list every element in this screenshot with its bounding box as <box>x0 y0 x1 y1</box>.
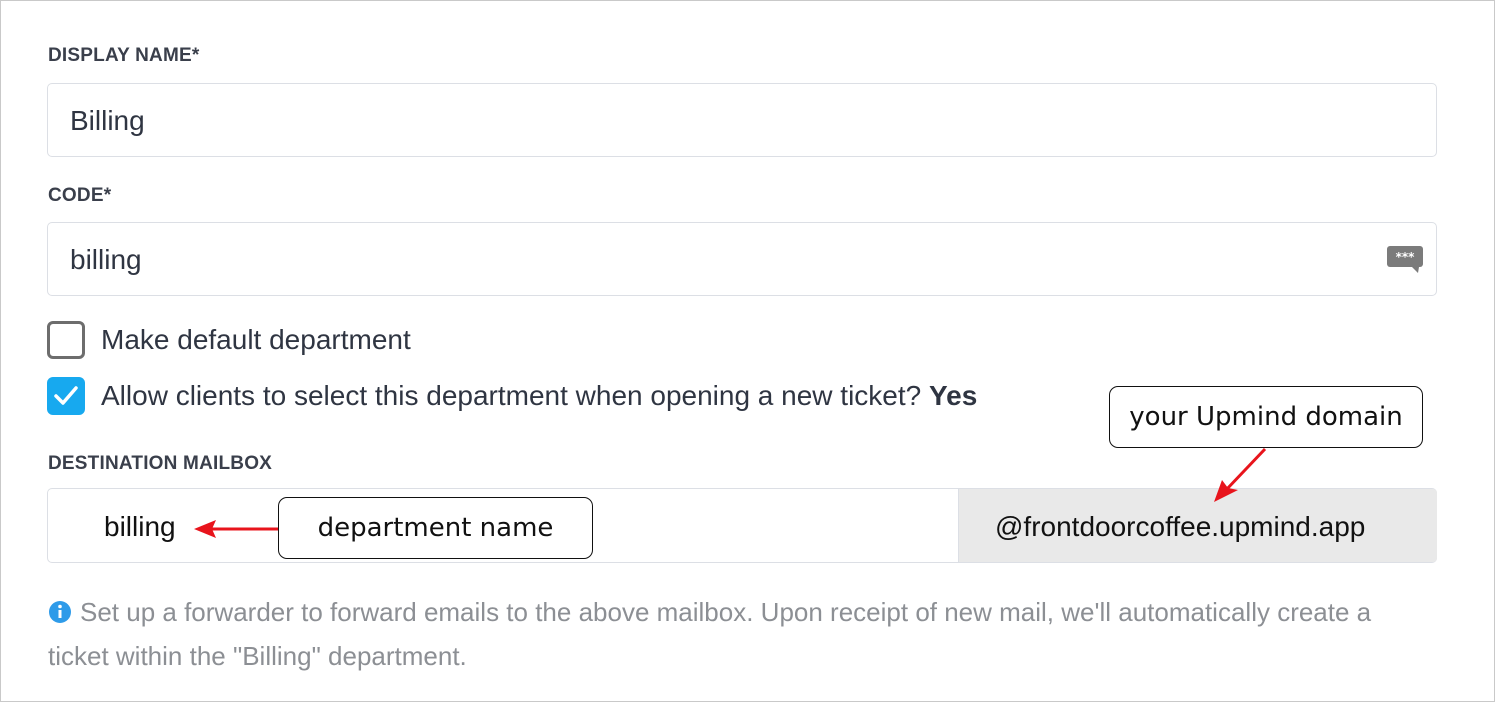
code-label: CODE* <box>48 185 112 206</box>
checkmark-icon <box>54 386 78 405</box>
display-name-input[interactable]: Billing <box>47 83 1437 157</box>
make-default-label: Make default department <box>101 324 411 355</box>
mailbox-local-part: billing <box>104 511 176 542</box>
display-name-value: Billing <box>70 105 145 136</box>
allow-clients-checkbox[interactable] <box>47 377 85 415</box>
upmind-domain-callout: your Upmind domain <box>1109 386 1423 448</box>
make-default-checkbox[interactable] <box>47 321 85 359</box>
allow-clients-status: Yes <box>929 380 978 411</box>
svg-text:***: *** <box>1396 250 1416 264</box>
allow-clients-label: Allow clients to select this department … <box>101 380 977 412</box>
display-name-label: DISPLAY NAME* <box>48 45 200 66</box>
code-input[interactable]: billing *** <box>47 222 1437 296</box>
info-icon <box>49 601 71 623</box>
destination-mailbox-label: DESTINATION MAILBOX <box>48 453 273 474</box>
allow-clients-text: Allow clients to select this department … <box>101 380 922 411</box>
help-text-content: Set up a forwarder to forward emails to … <box>48 597 1372 671</box>
destination-mailbox-input[interactable]: billing @frontdoorcoffee.upmind.app <box>47 488 1437 563</box>
password-manager-icon[interactable]: *** <box>1386 245 1424 275</box>
department-name-callout: department name <box>278 497 593 559</box>
code-value: billing <box>70 244 142 275</box>
help-text: Set up a forwarder to forward emails to … <box>48 590 1428 678</box>
mailbox-domain-addon: @frontdoorcoffee.upmind.app <box>958 489 1437 562</box>
mailbox-domain-text: @frontdoorcoffee.upmind.app <box>995 511 1366 542</box>
